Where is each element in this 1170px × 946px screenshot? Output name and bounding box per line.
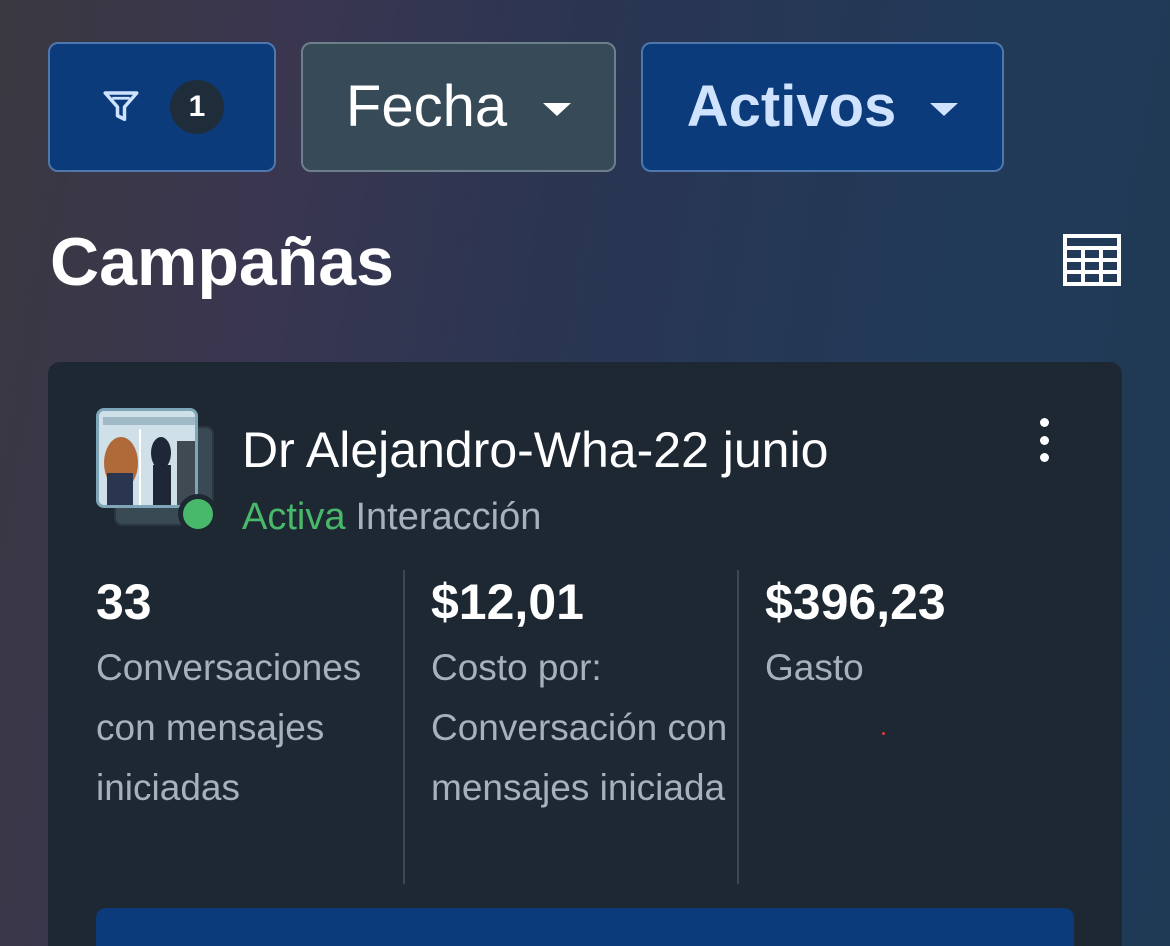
filter-count-badge: 1: [170, 80, 224, 134]
metric-value: $396,23: [765, 574, 946, 630]
more-options-icon[interactable]: [1032, 418, 1056, 462]
campaign-action-button[interactable]: [96, 908, 1074, 946]
metric-label: Costo por: Conversación con mensajes ini…: [431, 647, 728, 808]
divider: [403, 570, 405, 884]
chevron-down-icon: [930, 102, 959, 116]
metric-label: Gasto: [765, 647, 864, 688]
campaign-image: [96, 408, 198, 508]
metric-conversations: 33 Conversaciones con mensajes iniciadas: [96, 572, 396, 818]
page-title: Campañas: [50, 224, 394, 300]
campaign-name[interactable]: Dr Alejandro-Wha-22 junio: [242, 420, 828, 480]
date-dropdown[interactable]: Fecha: [301, 42, 616, 172]
date-dropdown-label: Fecha: [345, 74, 508, 139]
metric-cost-per-result: $12,01 Costo por: Conversación con mensa…: [431, 572, 731, 818]
table-view-icon[interactable]: [1063, 234, 1121, 286]
metric-value: $12,01: [431, 574, 584, 630]
active-status-indicator: [178, 494, 218, 534]
status-dropdown[interactable]: Activos: [641, 42, 1004, 172]
divider: [737, 570, 739, 884]
status-dropdown-label: Activos: [686, 74, 897, 139]
filter-icon: [103, 91, 139, 121]
metric-value: 33: [96, 574, 152, 630]
campaign-thumbnail: [96, 408, 218, 534]
metric-label: Conversaciones con mensajes iniciadas: [96, 647, 362, 808]
filter-button[interactable]: 1: [48, 42, 276, 172]
chevron-down-icon: [543, 102, 572, 116]
campaign-subtitle: Activa Interacción: [242, 494, 541, 540]
campaign-card[interactable]: Dr Alejandro-Wha-22 junio Activa Interacc…: [48, 362, 1122, 946]
campaign-status: Activa: [242, 496, 346, 538]
campaign-objective: Interacción: [355, 496, 542, 538]
metric-spend: $396,23 Gasto: [765, 572, 1065, 698]
